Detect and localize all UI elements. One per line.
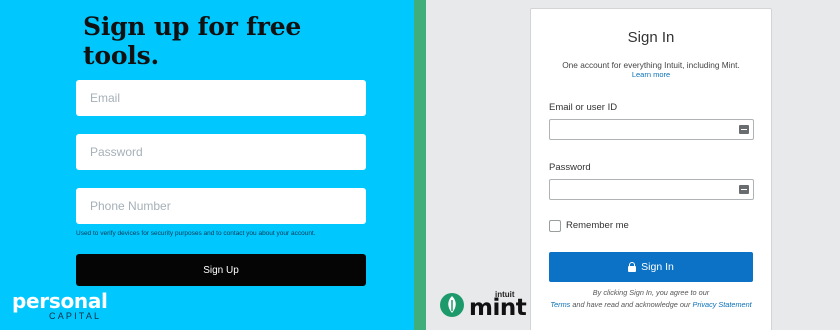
- remember-me-label[interactable]: Remember me: [566, 220, 629, 231]
- email-field[interactable]: [549, 119, 754, 140]
- mint-word: mint: [469, 295, 527, 321]
- pc-password-input[interactable]: [76, 134, 366, 170]
- intuit-mint-logo: intuit mint: [440, 290, 529, 321]
- pc-phone-input[interactable]: [76, 188, 366, 224]
- sign-in-label: Sign In: [641, 261, 674, 273]
- mint-leaf-icon: [440, 293, 464, 317]
- personal-capital-logo: personal CAPITAL: [12, 291, 108, 322]
- personal-capital-panel: Sign up for free tools. Used to verify d…: [0, 0, 414, 330]
- mint-brand: intuit mint: [469, 290, 529, 321]
- logo-word: personal: [12, 289, 108, 313]
- password-field[interactable]: [549, 179, 754, 200]
- remember-me-checkbox[interactable]: [549, 220, 561, 232]
- autofill-key-icon[interactable]: [739, 185, 749, 194]
- pc-email-input[interactable]: [76, 80, 366, 116]
- phone-note: Used to verify devices for security purp…: [76, 230, 316, 237]
- privacy-link[interactable]: Privacy Statement: [692, 300, 751, 309]
- signin-subtitle: One account for everything Intuit, inclu…: [562, 60, 740, 70]
- terms-link[interactable]: Terms: [550, 300, 570, 309]
- sign-up-button[interactable]: Sign Up: [76, 254, 366, 286]
- lock-icon: [628, 262, 637, 272]
- panel-divider: [414, 0, 426, 330]
- email-label: Email or user ID: [549, 102, 618, 113]
- learn-more-link[interactable]: Learn more: [531, 70, 771, 79]
- mint-signin-card: Sign In One account for everything Intui…: [530, 8, 772, 330]
- legal-pre: By clicking Sign In, you agree to our: [592, 288, 710, 297]
- signin-title: Sign In: [627, 29, 675, 46]
- sign-in-button[interactable]: Sign In: [549, 252, 753, 282]
- password-label: Password: [549, 162, 591, 173]
- autofill-key-icon[interactable]: [739, 125, 749, 134]
- signup-headline: Sign up for free tools.: [83, 12, 302, 70]
- legal-text: By clicking Sign In, you agree to our Te…: [545, 287, 757, 310]
- legal-mid: and have read and acknowledge our: [572, 299, 691, 309]
- logo-sub: CAPITAL: [49, 311, 102, 321]
